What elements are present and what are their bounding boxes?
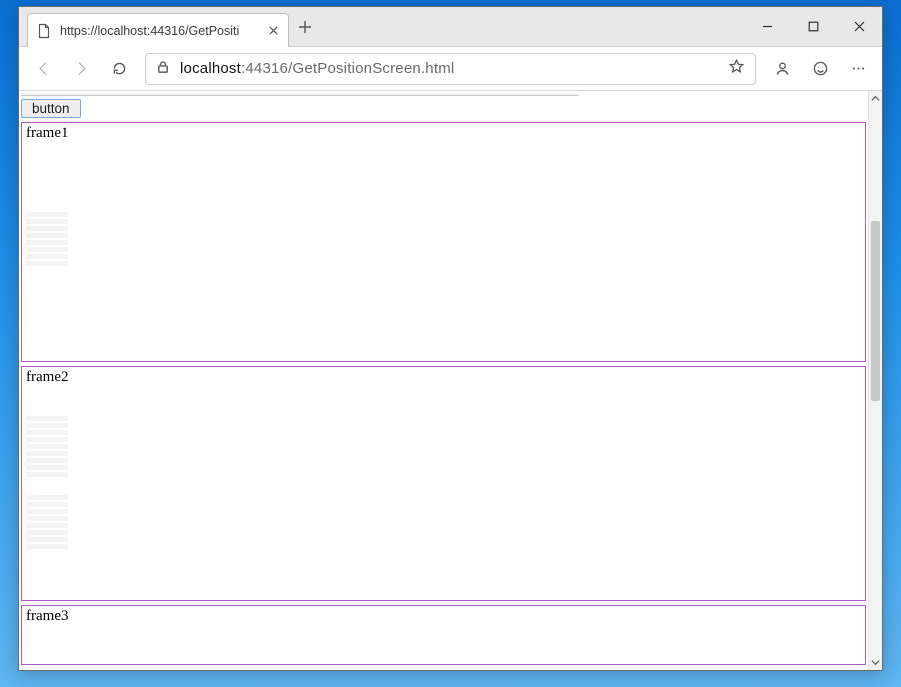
back-button[interactable] xyxy=(25,52,61,86)
ghost-text-icon xyxy=(26,495,68,549)
page-content: button frame1 frame2 xyxy=(19,91,868,670)
viewport: button frame1 frame2 xyxy=(19,91,882,670)
window-controls xyxy=(744,7,882,46)
favorite-button[interactable] xyxy=(728,58,745,79)
tab-close-button[interactable] xyxy=(266,24,280,38)
page-button[interactable]: button xyxy=(21,99,81,118)
url-host: localhost xyxy=(180,60,241,77)
vertical-scrollbar[interactable] xyxy=(868,91,882,670)
iframe-frame2[interactable]: frame2 xyxy=(21,366,866,601)
browser-window: https://localhost:44316/GetPositi xyxy=(18,6,883,671)
scroll-thumb[interactable] xyxy=(871,221,880,401)
forward-button[interactable] xyxy=(63,52,99,86)
profile-button[interactable] xyxy=(764,52,800,86)
scroll-track[interactable] xyxy=(869,106,882,655)
lock-icon xyxy=(156,60,170,78)
window-maximize-button[interactable] xyxy=(790,7,836,46)
frame-label: frame2 xyxy=(26,369,68,385)
feedback-button[interactable] xyxy=(802,52,838,86)
window-close-button[interactable] xyxy=(836,7,882,46)
titlebar: https://localhost:44316/GetPositi xyxy=(19,7,882,47)
url-text: localhost:44316/GetPositionScreen.html xyxy=(180,60,718,77)
address-bar[interactable]: localhost:44316/GetPositionScreen.html xyxy=(145,53,756,85)
tab-title: https://localhost:44316/GetPositi xyxy=(60,24,258,38)
window-minimize-button[interactable] xyxy=(744,7,790,46)
more-button[interactable] xyxy=(840,52,876,86)
browser-tab[interactable]: https://localhost:44316/GetPositi xyxy=(27,13,289,47)
ghost-text-icon xyxy=(26,416,68,477)
iframe-frame3[interactable]: frame3 xyxy=(21,605,866,665)
scroll-up-button[interactable] xyxy=(869,91,882,106)
frame-label: frame3 xyxy=(26,608,68,624)
scroll-down-button[interactable] xyxy=(869,655,882,670)
collapsed-top-strip xyxy=(21,93,579,96)
refresh-button[interactable] xyxy=(101,52,137,86)
toolbar: localhost:44316/GetPositionScreen.html xyxy=(19,47,882,91)
frame-label: frame1 xyxy=(26,125,68,141)
page-icon xyxy=(36,23,52,39)
iframe-frame1[interactable]: frame1 xyxy=(21,122,866,362)
url-path: :44316/GetPositionScreen.html xyxy=(241,60,454,77)
ghost-text-icon xyxy=(26,212,68,266)
new-tab-button[interactable] xyxy=(289,7,321,46)
